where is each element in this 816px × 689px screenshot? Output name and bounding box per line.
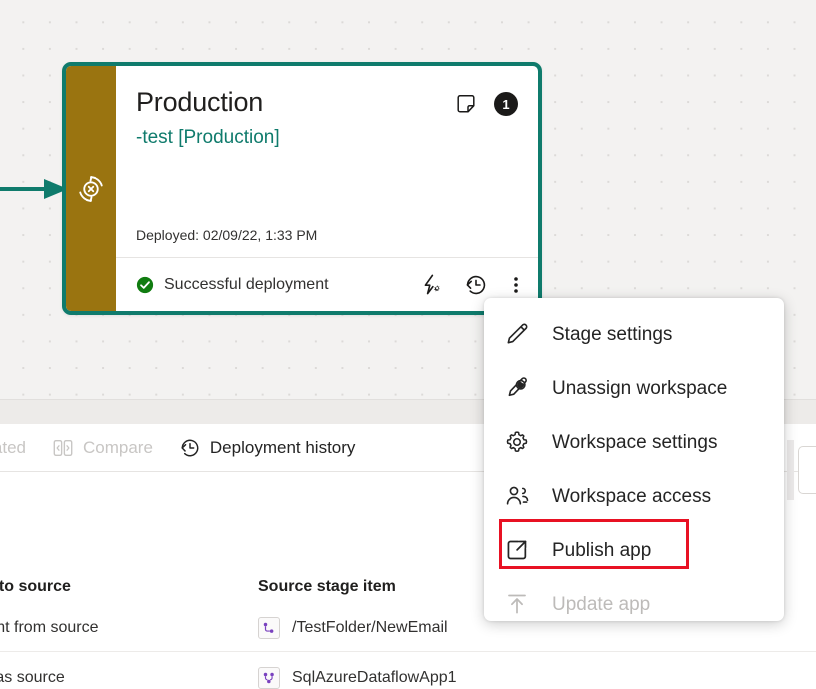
menu-item-workspace-access-label: Workspace access [552,487,711,506]
column-header-compared-to-source: l to source [0,578,71,596]
command-related-label: related [0,438,26,458]
cell-source-item: SqlAzureDataflowApp1 [258,667,457,689]
dataflow-item-icon [258,667,280,689]
command-deployment-history-label: Deployment history [210,438,356,458]
page-title: Production [136,88,454,118]
menu-item-update-app: Update app [484,577,784,621]
cell-source-item-label: SqlAzureDataflowApp1 [292,669,457,687]
cell-source-item: /TestFolder/NewEmail [258,617,448,639]
workspace-link[interactable]: -test [Production] [136,127,518,150]
success-check-icon [136,276,154,294]
history-icon [179,437,201,459]
stage-rail [66,66,116,311]
cell-compare-status: e as source [0,669,65,687]
stage-context-menu: Stage settings Unassign workspace Worksp… [484,298,784,621]
pencil-icon [504,321,530,347]
gear-icon [504,429,530,455]
menu-item-workspace-access[interactable]: Workspace access [484,469,784,523]
upload-arrow-icon [504,591,530,617]
menu-item-stage-settings-label: Stage settings [552,325,672,344]
cell-compare-status: rent from source [0,619,98,637]
screen-root: Production 1 -test [Production] Deployed… [0,0,816,689]
deployed-timestamp: Deployed: 02/09/22, 1:33 PM [136,227,317,243]
stage-footer-actions [420,273,524,297]
menu-item-publish-app[interactable]: Publish app [484,523,784,577]
menu-item-unassign-workspace-label: Unassign workspace [552,379,727,398]
table-row[interactable]: e as source SqlAzureDataflowApp1 [0,654,816,689]
stage-card-production[interactable]: Production 1 -test [Production] Deployed… [62,62,542,315]
stage-footer: Successful deployment [116,257,538,311]
connector-arrow [0,176,70,202]
column-header-source-stage-item: Source stage item [258,578,396,596]
compare-icon [52,437,74,459]
unassign-workspace-icon [504,375,530,401]
people-icon [504,483,530,509]
command-related[interactable]: related [0,438,26,458]
stage-title-row: Production 1 [136,88,518,118]
deployment-status: Successful deployment [136,276,420,294]
menu-item-workspace-settings-label: Workspace settings [552,433,717,452]
command-compare[interactable]: Compare [52,437,153,459]
deployment-status-label: Successful deployment [164,276,329,294]
revert-x-icon[interactable] [76,174,106,204]
note-icon[interactable] [454,92,478,116]
command-deployment-history[interactable]: Deployment history [179,437,356,459]
menu-item-workspace-settings[interactable]: Workspace settings [484,415,784,469]
dataflow-item-icon [258,617,280,639]
menu-item-stage-settings[interactable]: Stage settings [484,307,784,361]
stage-title-actions: 1 [454,88,518,116]
more-options-icon[interactable] [508,273,524,297]
open-external-icon [504,537,530,563]
deployment-history-icon[interactable] [464,273,488,297]
stage-main: Production 1 -test [Production] Deployed… [116,66,538,257]
menu-item-update-app-label: Update app [552,595,650,614]
stage-body: Production 1 -test [Production] Deployed… [116,66,538,311]
edge-partial-panel[interactable] [798,446,816,494]
status-badge: 1 [494,92,518,116]
edge-scroll-strip [787,440,794,500]
menu-item-unassign-workspace[interactable]: Unassign workspace [484,361,784,415]
deployment-rules-icon[interactable] [420,273,444,297]
cell-source-item-label: /TestFolder/NewEmail [292,619,448,637]
command-compare-label: Compare [83,438,153,458]
menu-item-publish-app-label: Publish app [552,541,651,560]
